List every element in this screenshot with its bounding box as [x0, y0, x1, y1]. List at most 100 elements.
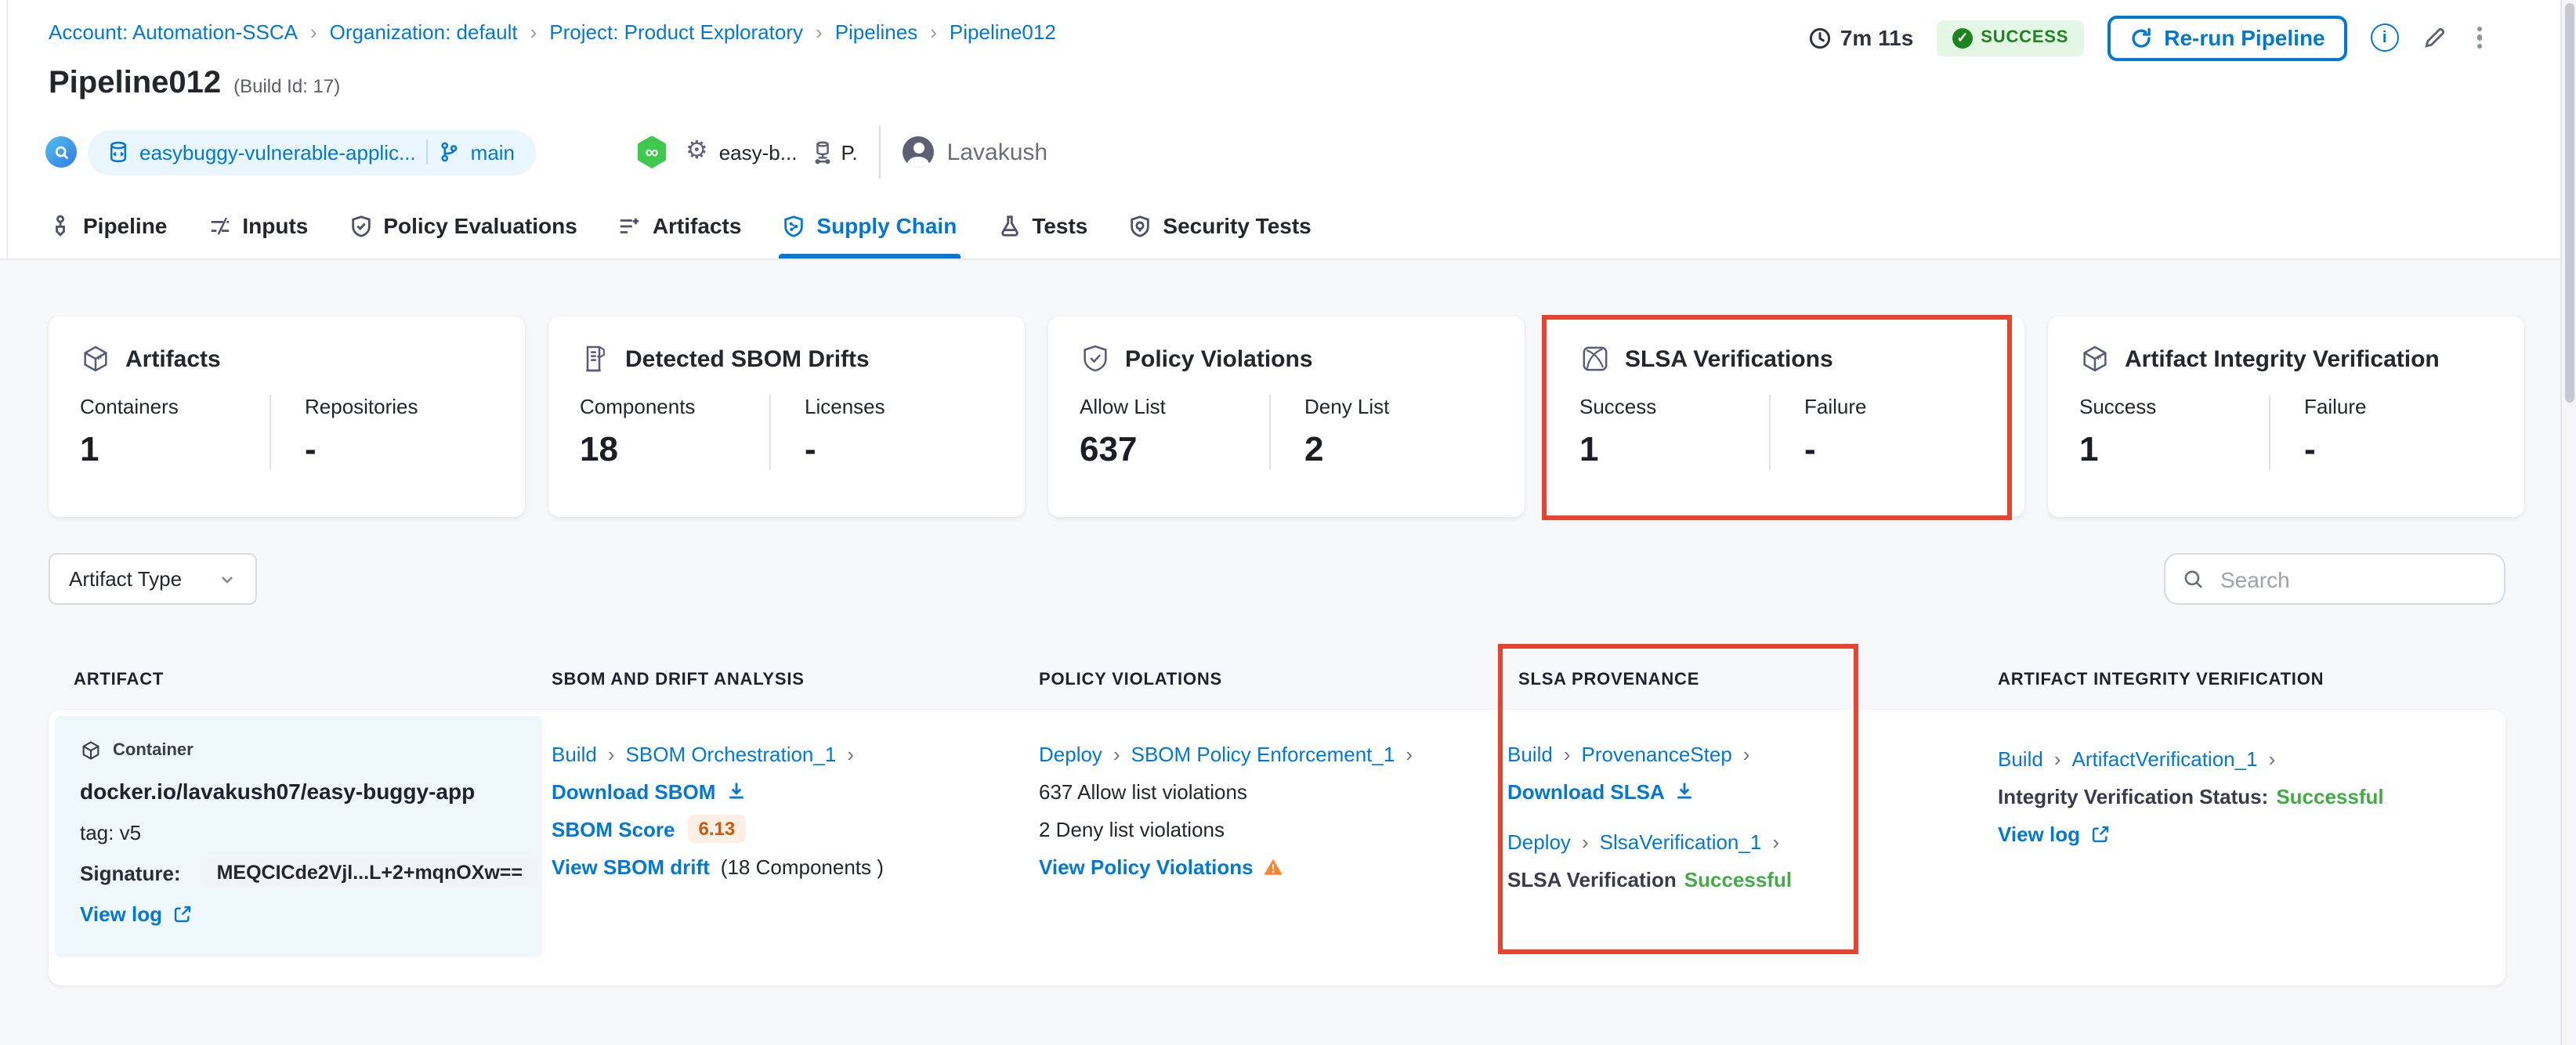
info-icon[interactable]: i	[2370, 24, 2399, 52]
service-gear-icon: ⚙	[686, 138, 708, 165]
security-shield-icon	[1131, 215, 1150, 237]
stat-label: Success	[2079, 395, 2157, 418]
card-sbom-drifts: Detected SBOM Drifts Components 18 Licens…	[548, 316, 1025, 517]
slsa-step2-link[interactable]: SlsaVerification_1	[1600, 830, 1790, 853]
tab-artifacts[interactable]: Artifacts	[618, 213, 741, 259]
rerun-pipeline-button[interactable]: Re-run Pipeline	[2107, 15, 2347, 60]
tab-security-tests[interactable]: Security Tests	[1128, 213, 1312, 259]
run-duration: 7m 11s	[1809, 25, 1913, 50]
context-divider	[879, 125, 881, 179]
refresh-icon	[2132, 27, 2151, 47]
repo-branch-pill[interactable]: easybuggy-vulnerable-applic... main	[88, 129, 536, 175]
sbom-score-link[interactable]: SBOM Score	[552, 817, 675, 841]
col-header-sbom: SBOM AND DRIFT ANALYSIS	[552, 671, 805, 689]
edit-pencil-icon[interactable]	[2422, 25, 2448, 50]
external-link-icon	[172, 903, 192, 924]
slsa-cell: Build ProvenanceStep Download SLSA Deplo…	[1507, 738, 1792, 895]
card-title: Detected SBOM Drifts	[625, 345, 870, 372]
card-title: Artifact Integrity Verification	[2125, 345, 2440, 372]
col-header-slsa: SLSA PROVENANCE	[1518, 671, 1700, 689]
download-icon	[1674, 780, 1696, 802]
breadcrumb-account[interactable]: Account: Automation-SSCA	[49, 20, 330, 44]
repo-name[interactable]: easybuggy-vulnerable-applic...	[139, 140, 416, 164]
breadcrumb-pipelines[interactable]: Pipelines	[835, 20, 950, 44]
breadcrumb-project[interactable]: Project: Product Exploratory	[549, 20, 834, 44]
sbom-stage-link[interactable]: Build	[552, 742, 626, 765]
page-header: Account: Automation-SSCA Organization: d…	[0, 0, 2576, 260]
branch-icon	[442, 142, 458, 162]
stat-value: 1	[80, 429, 99, 468]
environment-icon	[811, 140, 833, 164]
sbom-cell: Build SBOM Orchestration_1 Download SBOM…	[552, 738, 884, 882]
slsa-step1-link[interactable]: ProvenanceStep	[1582, 742, 1761, 765]
col-header-artifact: ARTIFACT	[74, 671, 165, 689]
col-header-policy: POLICY VIOLATIONS	[1039, 671, 1223, 689]
summary-cards-row: Artifacts Containers 1 Repositories - Dete…	[49, 316, 2524, 517]
scrollbar-track[interactable]	[2560, 0, 2576, 1045]
build-id: (Build Id: 17)	[233, 75, 341, 97]
card-artifact-integrity: Artifact Integrity Verification Success 1…	[2048, 316, 2524, 517]
allow-list-violations: 637 Allow list violations	[1039, 779, 1247, 803]
shield-check-icon	[1084, 345, 1107, 372]
integrity-status-value: Successful	[2276, 784, 2384, 808]
list-plus-icon	[620, 217, 639, 233]
sbom-drift-components: (18 Components )	[720, 855, 884, 878]
scrollbar-thumb[interactable]	[2565, 3, 2574, 403]
environment-name[interactable]: P.	[841, 140, 857, 164]
sbom-step-link[interactable]: SBOM Orchestration_1	[626, 742, 865, 765]
service-name[interactable]: easy-b...	[719, 140, 798, 164]
container-cube-icon	[82, 741, 99, 760]
search-icon	[2184, 570, 2202, 588]
artifact-image-name: docker.io/lavakush07/easy-buggy-app	[80, 779, 476, 804]
slsa-status-value: Successful	[1684, 867, 1793, 891]
stat-value: 2	[1304, 429, 1324, 468]
more-options-kebab-icon[interactable]	[2471, 23, 2488, 52]
stat-value: 1	[2079, 429, 2099, 468]
branch-name[interactable]: main	[471, 140, 515, 164]
breadcrumb-org[interactable]: Organization: default	[330, 20, 550, 44]
signature-label: Signature:	[80, 861, 181, 884]
integrity-step-link[interactable]: ArtifactVerification_1	[2072, 747, 2287, 770]
artifact-type-dropdown[interactable]: Artifact Type	[49, 553, 257, 605]
card-policy-violations: Policy Violations Allow List 637 Deny Lis…	[1048, 316, 1525, 517]
download-sbom-link[interactable]: Download SBOM	[552, 779, 715, 803]
breadcrumb-pipeline012[interactable]: Pipeline012	[950, 20, 1056, 44]
search-input[interactable]	[2217, 565, 2487, 593]
stat-value: 18	[580, 429, 618, 468]
signature-value[interactable]: MEQCICde2Vjl...L+2+mqnOXw==	[201, 857, 538, 888]
tab-inputs[interactable]: Inputs	[208, 213, 308, 259]
tab-supply-chain[interactable]: Supply Chain	[779, 213, 961, 259]
external-link-icon	[2089, 823, 2110, 844]
policy-step-link[interactable]: SBOM Policy Enforcement_1	[1131, 742, 1424, 765]
supply-chain-page: Account: Automation-SSCA Organization: d…	[0, 0, 2576, 1045]
stat-label: Licenses	[805, 395, 885, 418]
view-policy-violations-link[interactable]: View Policy Violations	[1039, 855, 1254, 878]
tab-bar: Pipeline Inputs Policy Evaluations Artif…	[49, 213, 1312, 259]
slsa-stage2-link[interactable]: Deploy	[1507, 830, 1600, 853]
slsa-stage1-link[interactable]: Build	[1507, 742, 1582, 765]
search-box[interactable]	[2164, 553, 2505, 605]
supply-chain-shield-icon	[784, 215, 804, 237]
breadcrumb: Account: Automation-SSCA Organization: d…	[49, 20, 1056, 44]
stat-label: Repositories	[305, 395, 418, 418]
view-log-link[interactable]: View log	[1998, 822, 2080, 845]
view-sbom-drift-link[interactable]: View SBOM drift	[552, 855, 710, 878]
stat-label: Deny List	[1304, 395, 1390, 418]
stat-value: -	[2304, 429, 2316, 468]
tab-policy-evaluations[interactable]: Policy Evaluations	[349, 213, 577, 259]
tab-tests[interactable]: Tests	[997, 213, 1087, 259]
flask-icon	[1000, 215, 1018, 236]
stat-value: -	[1804, 429, 1816, 468]
artifact-type-badge: Container	[113, 741, 194, 760]
user-avatar	[903, 136, 935, 168]
policy-stage-link[interactable]: Deploy	[1039, 742, 1131, 765]
integrity-stage-link[interactable]: Build	[1998, 747, 2072, 770]
inputs-icon	[211, 216, 229, 234]
download-slsa-link[interactable]: Download SLSA	[1507, 779, 1665, 803]
view-log-link[interactable]: View log	[80, 902, 162, 925]
tab-pipeline[interactable]: Pipeline	[49, 213, 167, 259]
stat-label: Success	[1579, 395, 1657, 418]
artifact-cell: Container docker.io/lavakush07/easy-bugg…	[55, 716, 542, 957]
slsa-icon	[1583, 346, 1608, 371]
cube-icon	[84, 345, 107, 372]
